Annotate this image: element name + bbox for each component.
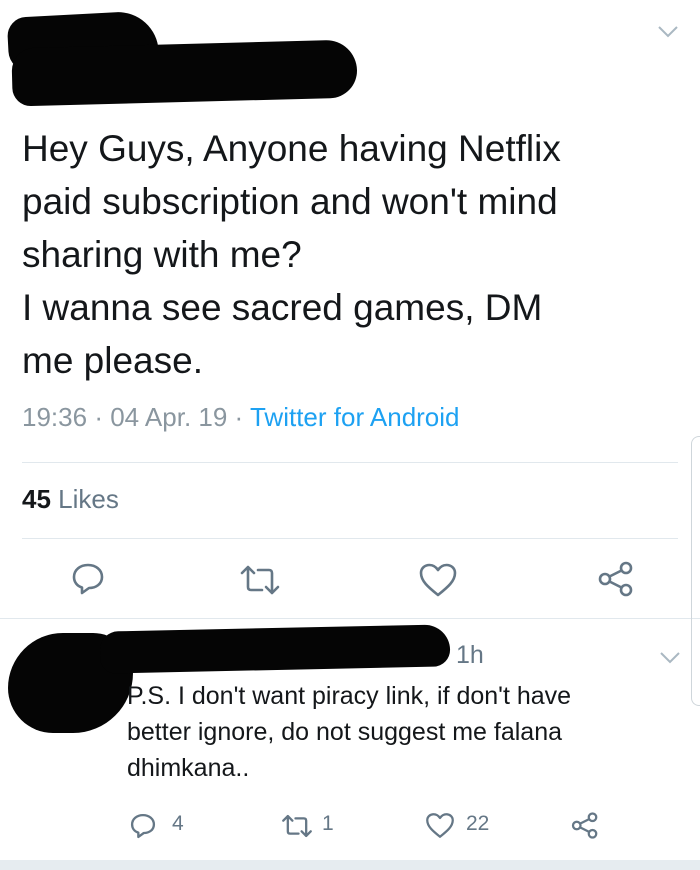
- tweet-text-line: I wanna see sacred games, DM: [22, 287, 543, 328]
- tweet-meta: 19:36 · 04 Apr. 19 · Twitter for Android: [22, 402, 460, 433]
- share-icon[interactable]: [570, 812, 600, 839]
- tweet-text-line: me please.: [22, 340, 203, 381]
- like-icon[interactable]: [418, 562, 458, 598]
- bottom-separator: [0, 860, 700, 870]
- meta-separator: ·: [94, 402, 111, 432]
- tweet-date: 04 Apr. 19: [110, 402, 228, 432]
- like-icon[interactable]: [425, 812, 455, 839]
- reply-count: 4: [172, 812, 184, 835]
- likes-label: Likes: [58, 484, 119, 514]
- reply-icon[interactable]: [129, 812, 157, 840]
- reply-icon[interactable]: [70, 562, 106, 596]
- divider: [0, 618, 700, 619]
- retweet-count: 1: [322, 812, 334, 835]
- chevron-down-icon[interactable]: [659, 651, 681, 665]
- reply-text-line: P.S. I don't want piracy link, if don't …: [127, 682, 572, 710]
- redacted-reply-author: [99, 624, 451, 674]
- tweet-time: 19:36: [22, 402, 88, 432]
- tweet-text-line: sharing with me?: [22, 234, 302, 275]
- likes-summary[interactable]: 45 Likes: [22, 484, 119, 515]
- tweet-text-line: Hey Guys, Anyone having Netflix: [22, 128, 561, 169]
- tweet-text: Hey Guys, Anyone having Netflix paid sub…: [22, 122, 672, 387]
- retweet-icon[interactable]: [238, 563, 282, 597]
- divider: [22, 538, 678, 539]
- likes-count: 45: [22, 484, 51, 514]
- meta-separator: ·: [234, 402, 250, 432]
- tweet-text-line: paid subscription and won't mind: [22, 181, 558, 222]
- chevron-down-icon[interactable]: [657, 25, 679, 39]
- divider: [22, 462, 678, 463]
- like-count: 22: [466, 812, 490, 835]
- reply-text-line: better ignore, do not suggest me falana: [127, 718, 563, 746]
- redacted-author-handle: [11, 39, 358, 107]
- reply-text: P.S. I don't want piracy link, if don't …: [127, 678, 667, 786]
- reply-time: 1h: [456, 641, 484, 669]
- tweet-source-link[interactable]: Twitter for Android: [250, 402, 460, 432]
- share-icon[interactable]: [596, 561, 636, 597]
- scroll-indicator: [691, 436, 700, 706]
- retweet-icon[interactable]: [280, 813, 314, 839]
- reply-text-line: dhimkana..: [127, 754, 250, 782]
